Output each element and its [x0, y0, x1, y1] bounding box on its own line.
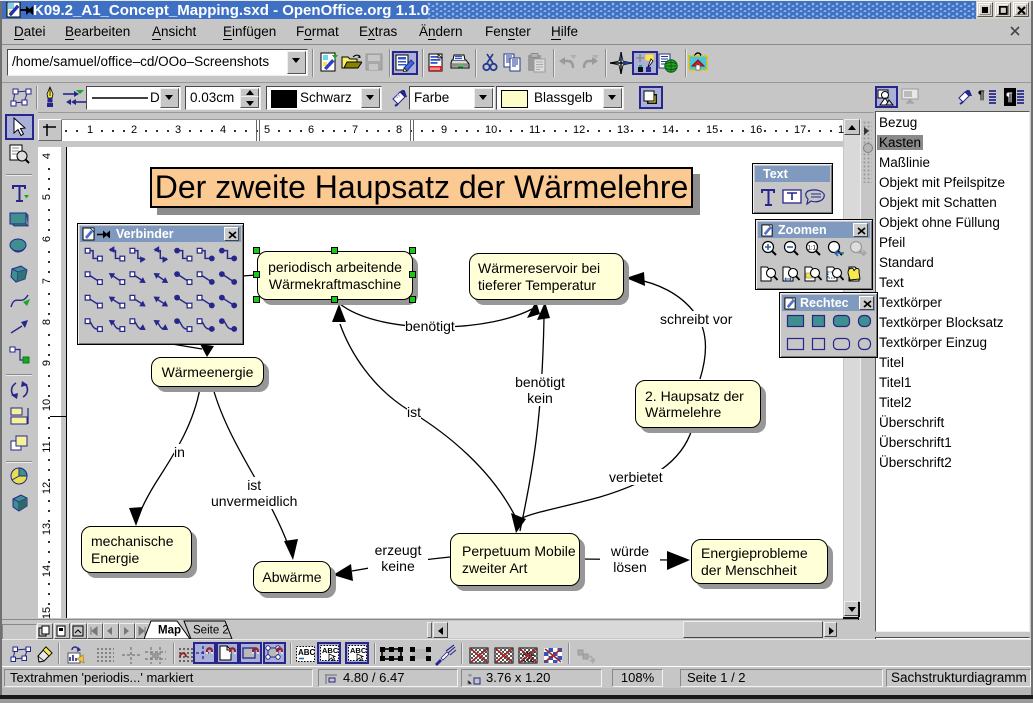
- svg-text:ABC: ABC: [350, 646, 367, 655]
- svg-text:¶: ¶: [1006, 90, 1013, 104]
- svg-text:Map: Map: [158, 625, 181, 637]
- svg-text:¶: ¶: [978, 88, 985, 102]
- svg-text:ABC: ABC: [298, 648, 315, 657]
- svg-text:ABC: ABC: [322, 646, 339, 655]
- svg-text:Seite 2: Seite 2: [193, 625, 229, 637]
- svg-text:1:1: 1:1: [808, 246, 817, 252]
